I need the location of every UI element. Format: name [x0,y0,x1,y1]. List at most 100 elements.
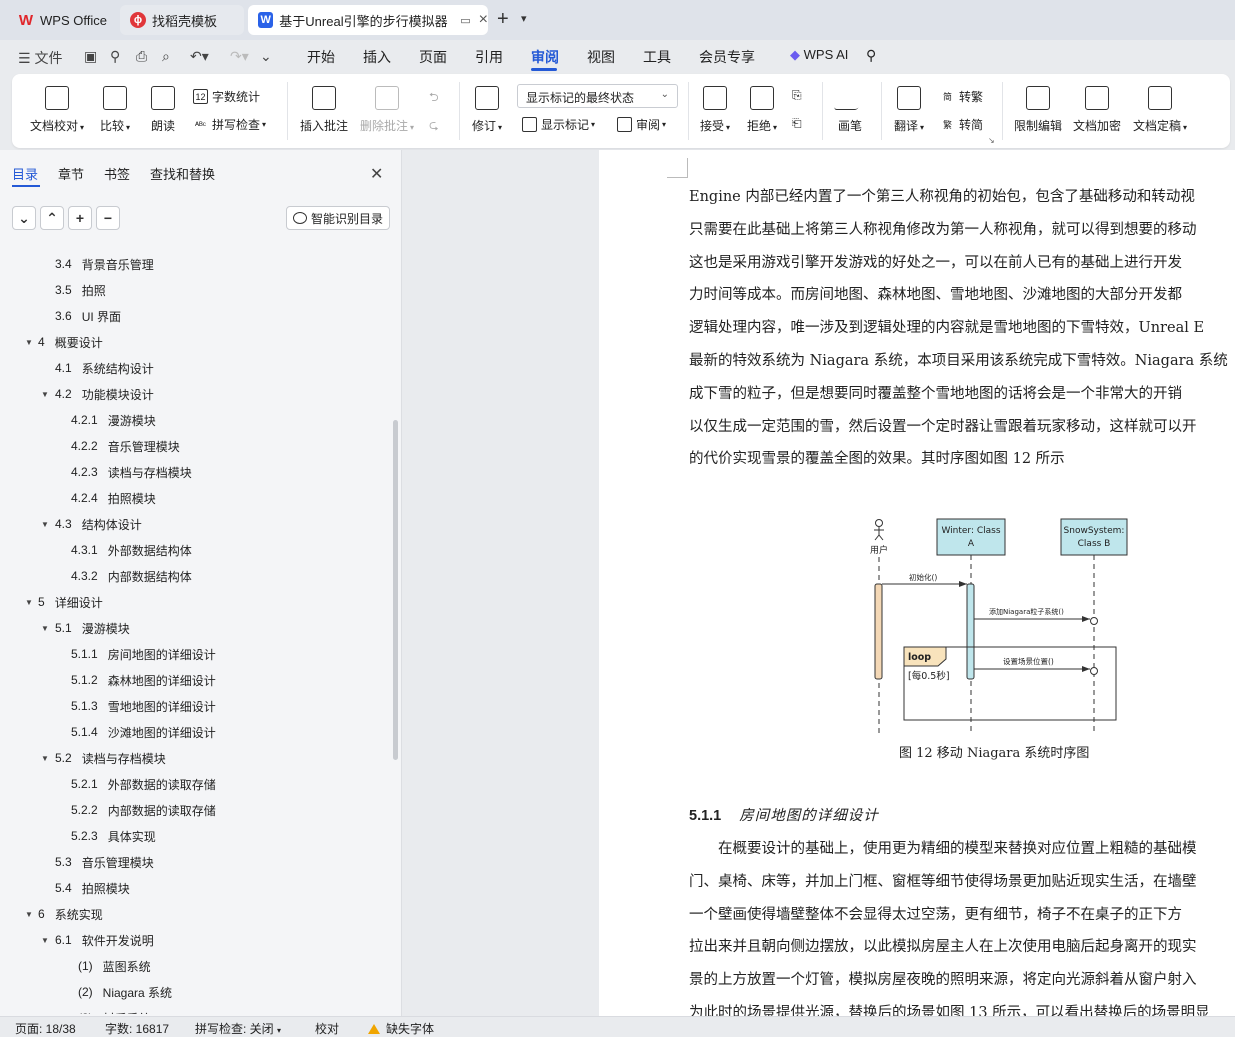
tab-wps-office[interactable]: W WPS Office [8,5,116,35]
menu-start[interactable]: 开始 [307,47,335,67]
add-heading-button[interactable]: + [68,206,92,230]
wps-ai-button[interactable]: ◆ WPS AI [790,47,848,63]
toc-item[interactable]: ▼ 6.1 软件开发说明 [41,930,154,950]
prev-change-icon[interactable]: ⎘ [792,88,802,103]
close-pane-icon[interactable]: ✕ [370,164,383,184]
review-pane-button[interactable]: 审阅 ▾ [617,116,666,133]
accept-button[interactable]: 接受 ▾ [700,86,730,134]
nav-tab-find-replace[interactable]: 查找和替换 [150,164,215,183]
new-tab-icon[interactable]: + [497,8,509,31]
menu-review[interactable]: 审阅 [531,47,559,67]
restrict-edit-button[interactable]: 限制编辑 [1014,86,1062,134]
expand-arrow-icon[interactable]: ▼ [41,624,49,633]
menu-view[interactable]: 视图 [587,47,615,67]
toc-item[interactable]: 5.3 音乐管理模块 [55,852,154,872]
toc-item[interactable]: 4.3.1 外部数据结构体 [71,540,192,560]
toc-scrollbar[interactable] [393,420,398,760]
menu-member[interactable]: 会员专享 [699,47,755,67]
encrypt-button[interactable]: 文档加密 [1073,86,1121,134]
toc-item[interactable]: 5.4 拍照模块 [55,878,130,898]
expand-up-button[interactable]: ⌃ [40,206,64,230]
tab-list-chevron-icon[interactable]: ▾ [521,12,527,25]
toc-item[interactable]: 3.4 背景音乐管理 [55,254,154,274]
print-preview-icon[interactable]: ⌕ [162,48,170,65]
toc-item[interactable]: ▼ 4.3 结构体设计 [41,514,142,534]
smart-toc-button[interactable]: 智能识别目录 [286,206,390,230]
toc-item[interactable]: (1) 蓝图系统 [78,956,151,976]
spell-check-button[interactable]: ᴬᴮᶜ 拼写检查 ▾ [193,116,266,133]
save-icon[interactable]: ▣ [84,48,97,65]
nav-tab-toc[interactable]: 目录 [12,164,38,183]
toc-item[interactable]: ▼ 5.2 读档与存档模块 [41,748,166,768]
expand-arrow-icon[interactable]: ▼ [41,390,49,399]
track-changes-button[interactable]: 修订 ▾ [472,86,502,134]
menu-tools[interactable]: 工具 [643,47,671,67]
expand-arrow-icon[interactable]: ▼ [41,754,49,763]
redo-icon[interactable]: ↷▾ [230,48,249,65]
toc-item[interactable]: 5.1.3 雪地地图的详细设计 [71,696,216,716]
collapse-all-button[interactable]: ⌄ [12,206,36,230]
to-traditional-button[interactable]: 简转繁 [940,88,983,105]
close-tab-icon[interactable]: × [479,11,488,29]
spell-check-status[interactable]: 拼写检查: 关闭 ▾ [195,1020,281,1037]
document-page[interactable]: Engine 内部已经内置了一个第三人称视角的初始包，包含了基础移动和转动视 只需… [599,150,1235,1016]
next-comment-icon[interactable]: ⮎ [429,116,439,137]
word-count-button[interactable]: 12 字数统计 [193,88,260,105]
menu-page[interactable]: 页面 [419,47,447,67]
expand-arrow-icon[interactable]: ▼ [41,936,49,945]
read-aloud-button[interactable]: 朗读 [151,86,175,134]
undo-icon[interactable]: ↶▾ [190,48,209,65]
translate-button[interactable]: 翻译 ▾ [894,86,924,134]
toc-item[interactable]: ▼ 5 详细设计 [25,592,103,612]
to-simplified-button[interactable]: 繁转简 [940,116,983,133]
toc-item[interactable]: (2) Niagara 系统 [78,982,172,1002]
tab-template[interactable]: ϕ 找稻壳模板 [120,5,244,35]
toc-item[interactable]: 5.1.1 房间地图的详细设计 [71,644,216,664]
tab-document[interactable]: W 基于Unreal引擎的步行模拟器 ▭ × [248,5,488,35]
proofread-status[interactable]: 校对 [315,1020,339,1037]
menu-file[interactable]: ☰ 文件 [18,48,62,68]
toc-item[interactable]: (3) 材质系统 [78,1008,151,1014]
toc-item[interactable]: ▼ 4.2 功能模块设计 [41,384,154,404]
toc-item[interactable]: 5.1.4 沙滩地图的详细设计 [71,722,216,742]
screen-icon[interactable]: ▭ [460,14,470,27]
quick-access-more-icon[interactable]: ⌄ [260,48,272,65]
search-icon[interactable]: ⚲ [866,47,876,64]
dialog-launcher-icon[interactable]: ↘ [988,136,995,145]
nav-tab-bookmarks[interactable]: 书签 [104,164,130,183]
pen-button[interactable]: 画笔 [833,86,867,134]
display-mode-select[interactable]: 显示标记的最终状态 ⌄ [517,84,678,108]
share-icon[interactable]: ⚲ [110,48,120,65]
toc-item[interactable]: ▼ 5.1 漫游模块 [41,618,130,638]
toc-item[interactable]: 4.1 系统结构设计 [55,358,154,378]
prev-comment-icon[interactable]: ⮌ [429,88,439,109]
compare-button[interactable]: 比较 ▾ [100,86,130,134]
insert-comment-button[interactable]: 插入批注 [300,86,348,134]
toc-item[interactable]: 4.2.1 漫游模块 [71,410,156,430]
finalize-button[interactable]: 文档定稿 ▾ [1133,86,1187,134]
expand-arrow-icon[interactable]: ▼ [41,520,49,529]
toc-item[interactable]: 4.2.4 拍照模块 [71,488,156,508]
toc-item[interactable]: 5.1.2 森林地图的详细设计 [71,670,216,690]
toc-item[interactable]: 5.2.3 具体实现 [71,826,156,846]
print-icon[interactable]: ⎙ [136,48,147,65]
menu-reference[interactable]: 引用 [475,47,503,67]
menu-insert[interactable]: 插入 [363,47,391,67]
toc-item[interactable]: 4.2.2 音乐管理模块 [71,436,180,456]
delete-comment-button[interactable]: 删除批注 ▾ [360,86,414,134]
page-indicator[interactable]: 页面: 18/38 [15,1020,76,1037]
next-change-icon[interactable]: ⎗ [792,116,802,131]
expand-arrow-icon[interactable]: ▼ [25,338,33,347]
reject-button[interactable]: 拒绝 ▾ [747,86,777,134]
expand-arrow-icon[interactable]: ▼ [25,598,33,607]
toc-item[interactable]: ▼ 4 概要设计 [25,332,103,352]
show-markup-button[interactable]: 显示标记 ▾ [522,116,595,133]
remove-heading-button[interactable]: − [96,206,120,230]
toc-item[interactable]: 4.2.3 读档与存档模块 [71,462,192,482]
toc-item[interactable]: 5.2.1 外部数据的读取存储 [71,774,216,794]
toc-item[interactable]: 5.2.2 内部数据的读取存储 [71,800,216,820]
missing-font-status[interactable]: 缺失字体 [368,1020,434,1037]
toc-item[interactable]: 4.3.2 内部数据结构体 [71,566,192,586]
toc-item[interactable]: 3.5 拍照 [55,280,106,300]
nav-tab-chapters[interactable]: 章节 [58,164,84,183]
